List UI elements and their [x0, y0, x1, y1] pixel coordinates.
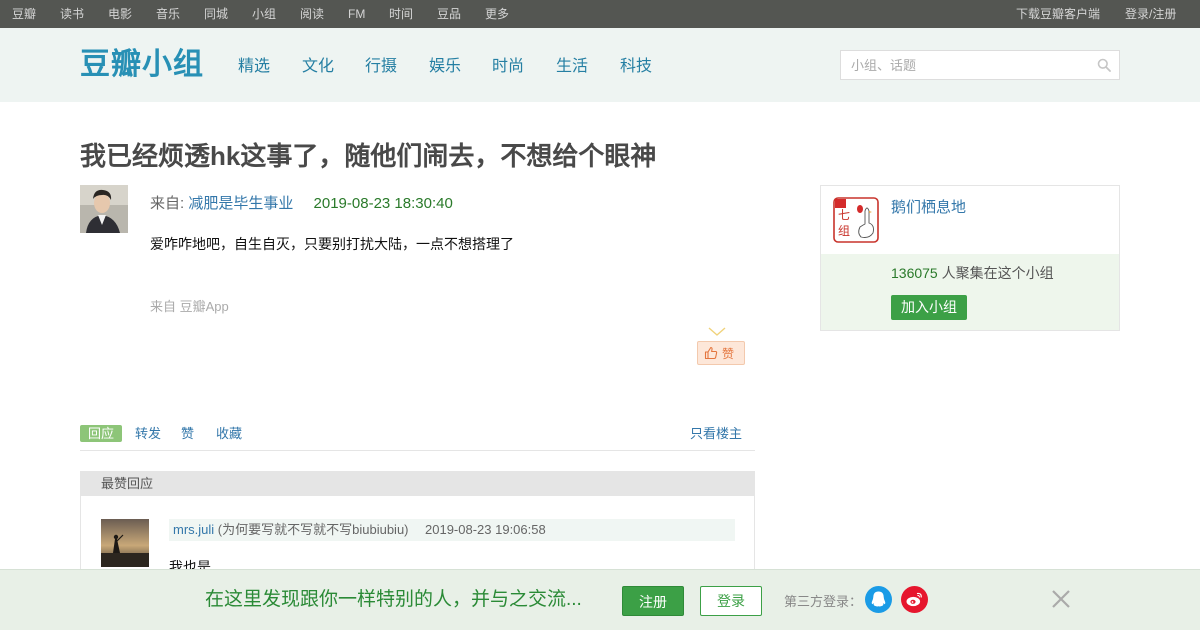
search-icon[interactable]: [1097, 58, 1111, 72]
group-header: 豆瓣小组 精选 文化 行摄 娱乐 时尚 生活 科技: [0, 28, 1200, 102]
nav-item-featured[interactable]: 精选: [238, 56, 270, 78]
post-source: 来自 豆瓣App: [150, 299, 229, 314]
search-box: [840, 50, 1120, 80]
third-party-login-label: 第三方登录：: [784, 594, 863, 609]
from-label: 来自:: [150, 195, 185, 212]
reply-author-signature: (为何要写就不写就不写biubiubiu): [217, 522, 409, 537]
hot-replies-title: 最赞回应: [101, 476, 154, 491]
topnav-link-book[interactable]: 读书: [60, 0, 84, 28]
thumbs-up-icon: [704, 346, 718, 360]
topnav-link-music[interactable]: 音乐: [156, 0, 180, 28]
topnav-link-douban[interactable]: 豆瓣: [12, 0, 36, 28]
signup-slogan: 在这里发现跟你一样特别的人，并与之交流...: [205, 589, 582, 610]
nav-item-travel[interactable]: 行摄: [365, 56, 397, 78]
signup-button[interactable]: 注册: [622, 586, 684, 616]
reply-time: 2019-08-23 19:06:58: [425, 522, 546, 537]
topic-title: 我已经烦透hk这事了，随他们闹去，不想给个眼神: [80, 141, 657, 171]
topnav-link-movie[interactable]: 电影: [108, 0, 132, 28]
topnav-link-read[interactable]: 阅读: [300, 0, 324, 28]
reply-avatar[interactable]: [101, 519, 149, 567]
topic-meta: 来自: 减肥是毕生事业 2019-08-23 18:30:40: [150, 194, 453, 214]
group-name-link[interactable]: 鹅们栖息地: [891, 199, 966, 217]
topic-action-bar: 回应 转发 赞 收藏 只看楼主: [80, 424, 755, 451]
topnav-link-group[interactable]: 小组: [252, 0, 276, 28]
reply-button[interactable]: 回应: [80, 425, 122, 442]
group-icon-char-2: 组: [838, 224, 850, 238]
author-name-link[interactable]: 减肥是毕生事业: [188, 195, 293, 212]
top-nav-bar: 豆瓣 读书 电影 音乐 同城 小组 阅读 FM 时间 豆品 更多 下载豆瓣客户端…: [0, 0, 1200, 28]
post-time: 2019-08-23 18:30:40: [313, 195, 453, 212]
topnav-link-more[interactable]: 更多: [485, 0, 509, 28]
topnav-link-fm[interactable]: FM: [348, 0, 365, 28]
only-op-link[interactable]: 只看楼主: [690, 425, 742, 442]
nav-item-entertainment[interactable]: 娱乐: [429, 56, 461, 78]
topnav-link-time[interactable]: 时间: [389, 0, 413, 28]
nav-item-life[interactable]: 生活: [556, 56, 588, 78]
site-logo[interactable]: 豆瓣小组: [80, 45, 204, 85]
member-count-text: 人聚集在这个小组: [937, 265, 1054, 281]
topic-content: 爱咋咋地吧，自生自灭，只要别打扰大陆，一点不想搭理了: [150, 236, 514, 252]
like-link[interactable]: 赞: [181, 425, 194, 442]
group-icon[interactable]: 七 组: [833, 197, 879, 243]
nav-item-tech[interactable]: 科技: [620, 56, 652, 78]
group-card: 七 组 鹅们栖息地 136075 人聚集在这个小组 加入小组: [820, 185, 1120, 331]
author-avatar[interactable]: [80, 185, 128, 233]
forward-link[interactable]: 转发: [135, 425, 161, 442]
search-input[interactable]: [841, 51, 1091, 79]
login-register-link[interactable]: 登录/注册: [1125, 0, 1176, 28]
member-count-number: 136075: [891, 265, 938, 281]
nav-item-culture[interactable]: 文化: [302, 56, 334, 78]
nav-item-fashion[interactable]: 时尚: [492, 56, 524, 78]
reply-meta: mrs.juli (为何要写就不写就不写biubiubiu) 2019-08-2…: [169, 519, 735, 541]
join-group-button[interactable]: 加入小组: [891, 295, 967, 320]
close-icon[interactable]: [1050, 588, 1072, 610]
like-button[interactable]: 赞: [697, 341, 745, 365]
login-button[interactable]: 登录: [700, 586, 762, 616]
weibo-icon[interactable]: [901, 586, 928, 613]
signup-prompt-bar: 在这里发现跟你一样特别的人，并与之交流... 注册 登录 第三方登录：: [0, 569, 1200, 630]
topnav-link-location[interactable]: 同城: [204, 0, 228, 28]
group-card-footer: 136075 人聚集在这个小组 加入小组: [821, 254, 1119, 330]
collect-link[interactable]: 收藏: [216, 425, 242, 442]
hot-replies-header: 最赞回应: [81, 472, 754, 496]
reply-author-link[interactable]: mrs.juli: [173, 522, 214, 537]
chevron-down-icon: [708, 327, 726, 336]
download-app-link[interactable]: 下载豆瓣客户端: [1016, 0, 1100, 28]
group-icon-char-1: 七: [838, 208, 850, 222]
qq-icon[interactable]: [865, 586, 892, 613]
topnav-link-market[interactable]: 豆品: [437, 0, 461, 28]
like-label: 赞: [722, 347, 735, 361]
member-count: 136075 人聚集在这个小组: [891, 264, 1054, 282]
